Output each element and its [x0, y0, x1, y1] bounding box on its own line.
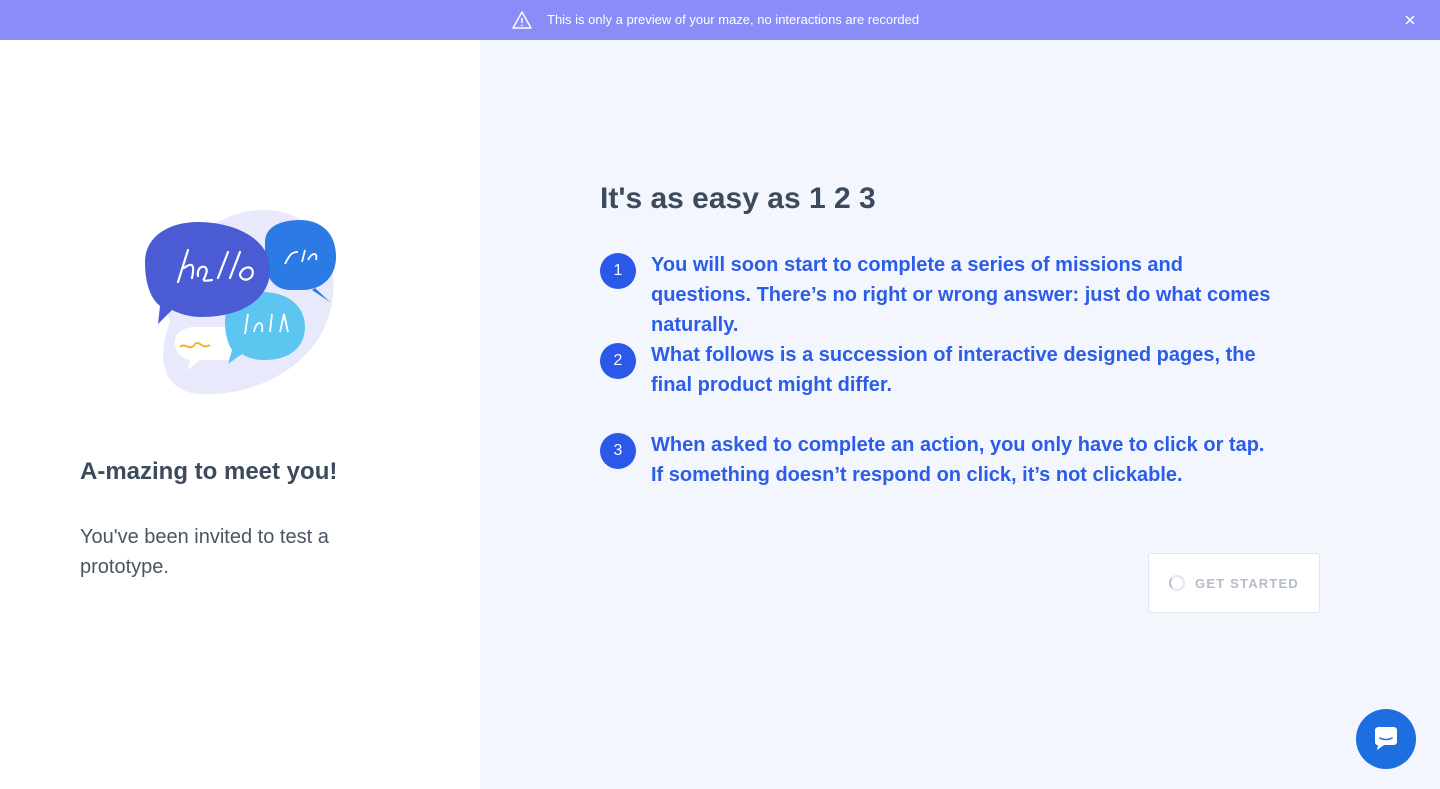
step-item: 1 You will soon start to complete a seri…	[600, 253, 1280, 340]
chat-button[interactable]	[1356, 709, 1416, 769]
close-banner-button[interactable]	[1400, 10, 1420, 30]
step-text: When asked to complete an action, you on…	[651, 434, 1265, 486]
chat-icon	[1375, 727, 1397, 750]
warning-icon	[512, 11, 532, 29]
step-number-badge: 1	[600, 253, 636, 289]
welcome-subtitle: You've been invited to test a prototype.	[80, 526, 329, 578]
welcome-title: A-mazing to meet you!	[80, 458, 338, 485]
step-text: You will soon start to complete a series…	[651, 254, 1271, 336]
instructions-title: It's as easy as 1 2 3	[600, 182, 876, 215]
welcome-panel: A-mazing to meet you! You've been invite…	[0, 40, 480, 789]
speech-bubbles-illustration	[145, 209, 336, 395]
step-number-badge: 2	[600, 343, 636, 379]
close-icon	[1405, 15, 1415, 25]
loading-spinner-icon	[1169, 575, 1186, 591]
preview-banner: This is only a preview of your maze, no …	[0, 0, 1440, 40]
step-text: What follows is a succession of interact…	[651, 344, 1256, 396]
banner-text: This is only a preview of your maze, no …	[547, 12, 920, 27]
step-item: 2 What follows is a succession of intera…	[600, 343, 1280, 400]
get-started-button[interactable]: GET STARTED	[1148, 553, 1320, 613]
instructions-panel: It's as easy as 1 2 3 1 You will soon st…	[480, 40, 1440, 789]
get-started-label: GET STARTED	[1195, 575, 1299, 591]
step-number-badge: 3	[600, 433, 636, 469]
step-item: 3 When asked to complete an action, you …	[600, 433, 1280, 490]
